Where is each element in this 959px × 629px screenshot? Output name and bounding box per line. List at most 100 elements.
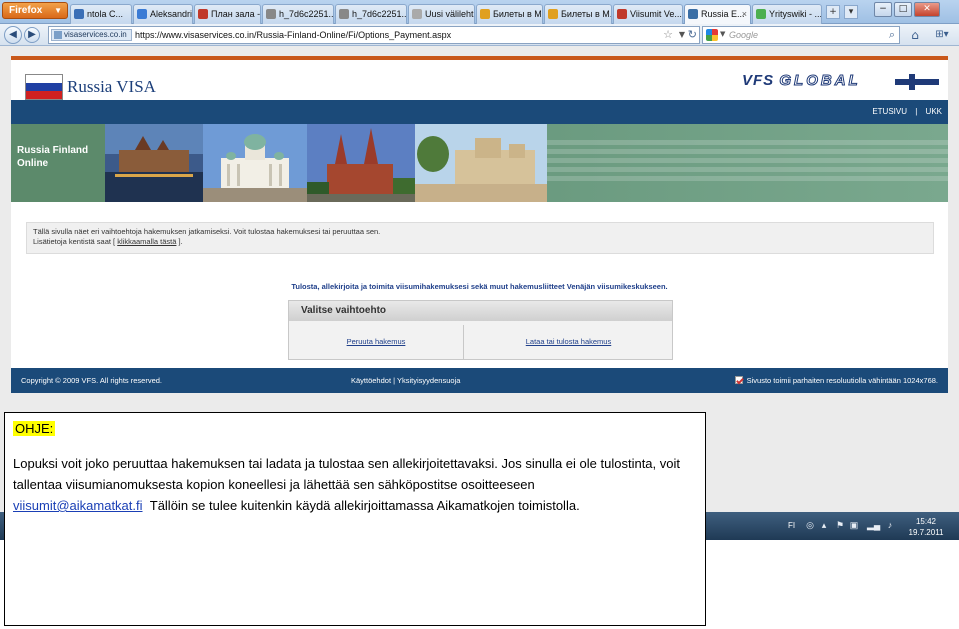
info-line-1: Tällä sivulla näet eri vaihtoehtoja hake… [33, 227, 381, 236]
browser-tab[interactable]: h_7d6c2251... [262, 4, 334, 24]
site-identity-badge[interactable]: visaservices.co.in [51, 29, 132, 41]
maximize-button[interactable]: □ [894, 2, 912, 17]
info-line-2-suffix: ]. [178, 237, 183, 246]
browser-tab[interactable]: Yrityswiki - ... [752, 4, 822, 24]
forward-button[interactable]: ▶ [24, 27, 40, 43]
tab-label: h_7d6c2251... [279, 9, 334, 19]
taskbar-clock[interactable]: 15:42 19.7.2011 [904, 516, 948, 538]
address-bar[interactable]: visaservices.co.in https://www.visaservi… [48, 26, 700, 44]
reload-icon[interactable]: ↻ [688, 28, 697, 41]
note-text: Lopuksi voit joko peruuttaa hakemuksen t… [13, 456, 680, 492]
search-box[interactable]: ▼ Google ⌕ [702, 26, 900, 44]
network-signal-icon[interactable]: ▂▄ [867, 520, 880, 530]
footer-resolution-text: Sivusto toimii parhaiten resoluutiolla v… [746, 376, 938, 385]
vfs-global-logo: VFS GLOBAL [742, 72, 861, 90]
tab-favicon-icon [480, 9, 490, 19]
tab-favicon-icon [412, 9, 422, 19]
finnish-cross-icon [895, 74, 939, 90]
google-icon[interactable] [706, 29, 718, 41]
banner-decorative-stripes [547, 140, 948, 186]
close-window-button[interactable]: ✕ [914, 2, 940, 17]
chevron-down-icon: ▼ [54, 6, 62, 15]
tab-label: Russia E... [701, 9, 745, 19]
back-button[interactable]: ◀ [4, 26, 22, 44]
home-link[interactable]: ETUSIVU [872, 107, 907, 116]
info-line-2-prefix: Lisätietoja kentistä saat [ [33, 237, 116, 246]
firefox-menu-button[interactable]: Firefox ▼ [2, 2, 68, 19]
tab-favicon-icon [688, 9, 698, 19]
vfs-logo-text: VFS [742, 72, 775, 89]
site-footer: Copyright © 2009 VFS. All rights reserve… [11, 368, 948, 393]
firefox-menu-label: Firefox [9, 5, 43, 16]
search-placeholder[interactable]: Google [729, 30, 758, 40]
more-info-link[interactable]: klikkaamalla tästä [117, 237, 176, 246]
browser-tab[interactable]: Viisumit Ve... [613, 4, 683, 24]
volume-icon[interactable]: ♪ [885, 520, 895, 530]
browser-tab[interactable]: ntola C... [70, 4, 132, 24]
tab-label: Yrityswiki - ... [769, 9, 822, 19]
photo-sand-castle [415, 124, 547, 202]
photo-cathedral [203, 124, 307, 202]
tray-expand-icon[interactable]: ▴ [819, 520, 829, 530]
tab-label: Aleksandrin... [150, 9, 193, 19]
brand-title[interactable]: Russia VISA [67, 77, 156, 97]
print-instruction: Tulosta, allekirjoita ja toimita viisumi… [291, 282, 668, 291]
browser-tab[interactable]: Билеты в М... [476, 4, 543, 24]
email-link[interactable]: viisumit@aikamatkat.fi [13, 498, 143, 513]
options-title: Valitse vaihtoehto [289, 301, 672, 321]
tab-label: План зала - ... [211, 9, 261, 19]
tab-label: ntola C... [87, 9, 124, 19]
instruction-note: OHJE: Lopuksi voit joko peruuttaa hakemu… [4, 412, 706, 626]
footer-resolution-note: Sivusto toimii parhaiten resoluutiolla v… [734, 376, 938, 385]
cancel-application-link[interactable]: Peruuta hakemus [289, 325, 464, 359]
action-center-flag-icon[interactable]: ⚑ [835, 520, 845, 530]
tab-favicon-icon [756, 9, 766, 19]
site-globe-icon [54, 31, 62, 39]
tab-close-icon[interactable]: × [742, 5, 747, 23]
url-text[interactable]: https://www.visaservices.co.in/Russia-Fi… [135, 30, 451, 40]
forward-arrow-icon: ▶ [28, 29, 36, 40]
browser-tab[interactable]: План зала - ... [194, 4, 261, 24]
new-tab-button[interactable]: + [826, 5, 840, 19]
browser-tab[interactable]: Uusi välilehti [408, 4, 475, 24]
browser-tab[interactable]: Russia E... × [684, 4, 751, 24]
search-engine-dropdown-icon[interactable]: ▼ [720, 30, 725, 38]
tab-label: Билеты в М... [493, 9, 542, 19]
language-indicator[interactable]: FI [788, 521, 795, 530]
browser-nav-bar: ◀ ▶ visaservices.co.in https://www.visas… [0, 24, 959, 46]
tab-label: h_7d6c2251... [352, 9, 407, 19]
info-box: Tällä sivulla näet eri vaihtoehtoja hake… [26, 222, 934, 254]
banner-label-block: Russia Finland Online [11, 124, 105, 202]
footer-links[interactable]: Käyttöehdot | Yksityisyydensuoja [351, 376, 460, 385]
browser-tab-bar: Firefox ▼ ntola C... Aleksandrin... План за… [0, 0, 959, 24]
home-icon[interactable]: ⌂ [904, 26, 926, 44]
footer-copyright: Copyright © 2009 VFS. All rights reserve… [21, 376, 163, 385]
tab-list-button[interactable]: ▾ [844, 5, 858, 19]
tab-favicon-icon [74, 9, 84, 19]
faq-link[interactable]: UKK [926, 107, 942, 116]
browser-tab[interactable]: h_7d6c2251... [335, 4, 407, 24]
top-links: ETUSIVU | UKK [866, 107, 942, 116]
help-icon[interactable]: ◎ [805, 520, 815, 530]
history-dropdown-icon[interactable]: ▼ [679, 30, 685, 39]
clock-date: 19.7.2011 [908, 528, 944, 537]
tab-label: Uusi välilehti [425, 9, 475, 19]
link-separator: | [915, 107, 918, 116]
browser-tab[interactable]: Aleksandrin... [133, 4, 193, 24]
display-icon[interactable]: ▣ [849, 520, 859, 530]
download-print-application-link[interactable]: Lataa tai tulosta hakemus [465, 325, 672, 359]
site-identity-label: visaservices.co.in [64, 30, 127, 39]
banner-label: Russia Finland Online [17, 145, 89, 169]
note-text-after-email: Tällöin se tulee kuitenkin käydä allekir… [149, 498, 580, 513]
photo-harbour [105, 124, 203, 202]
options-panel: Valitse vaihtoehto Peruuta hakemus Lataa… [288, 300, 673, 360]
search-icon[interactable]: ⌕ [889, 28, 895, 42]
browser-tab[interactable]: Билеты в М... [544, 4, 612, 24]
bookmark-star-icon[interactable]: ☆ [663, 28, 673, 41]
clock-time: 15:42 [915, 517, 937, 526]
tab-label: Viisumit Ve... [630, 9, 682, 19]
tab-label: Билеты в М... [561, 9, 612, 19]
minimize-button[interactable]: − [874, 2, 892, 17]
tab-favicon-icon [137, 9, 147, 19]
addons-menu-icon[interactable]: ⊞▾ [930, 26, 954, 44]
